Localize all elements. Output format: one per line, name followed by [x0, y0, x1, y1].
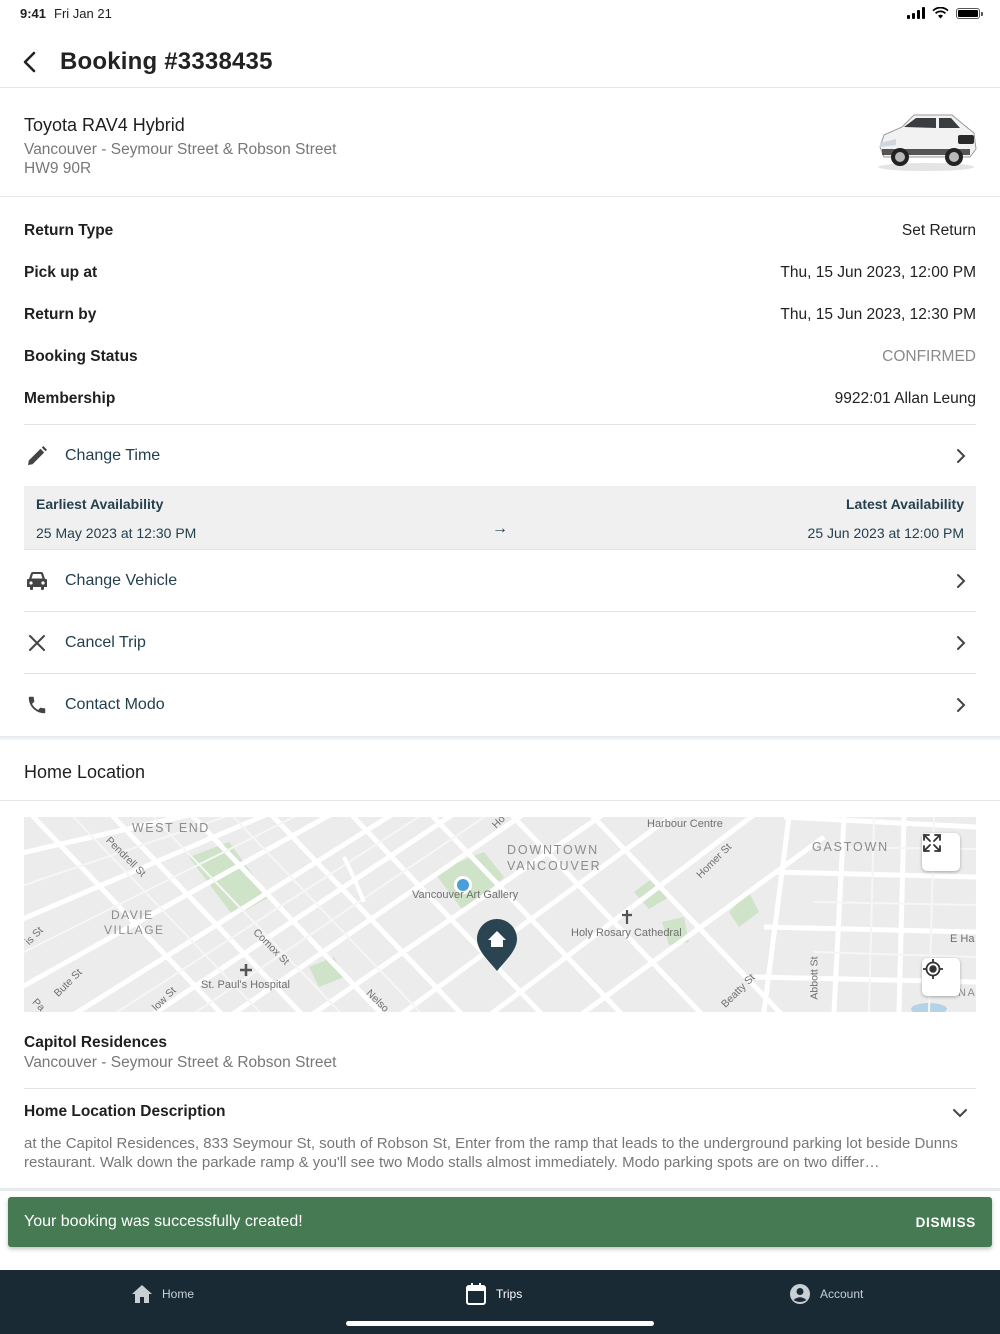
- back-arrow-icon: [23, 51, 36, 72]
- wifi-icon: [932, 7, 949, 19]
- home-location-heading: Home Location: [0, 740, 1000, 801]
- change-time-button[interactable]: Change Time: [24, 424, 976, 486]
- contact-modo-label: Contact Modo: [65, 695, 165, 713]
- detail-label: Return Type: [24, 222, 114, 239]
- description-title: Home Location Description: [24, 1103, 226, 1120]
- vehicle-image: [878, 114, 977, 171]
- change-vehicle-label: Change Vehicle: [65, 571, 178, 589]
- earliest-availability-value: 25 May 2023 at 12:30 PM: [36, 525, 197, 541]
- recenter-location-button[interactable]: [922, 958, 960, 996]
- latest-availability-value: 25 Jun 2023 at 12:00 PM: [807, 525, 964, 541]
- status-icons: [907, 7, 983, 19]
- map-label-art-gallery: Vancouver Art Gallery: [412, 889, 519, 901]
- tab-trips[interactable]: Trips: [464, 1282, 522, 1306]
- detail-label: Pick up at: [24, 264, 98, 281]
- detail-booking-status: Booking Status CONFIRMED: [24, 336, 976, 378]
- detail-value: Set Return: [901, 222, 976, 239]
- section-divider: [0, 1188, 1000, 1191]
- back-button[interactable]: [18, 51, 40, 73]
- status-date: Fri Jan 21: [54, 5, 112, 21]
- dismiss-button[interactable]: DISMISS: [916, 1215, 976, 1230]
- change-time-label: Change Time: [65, 446, 161, 464]
- detail-return-by: Return by Thu, 15 Jun 2023, 12:30 PM: [24, 294, 976, 336]
- detail-pickup: Pick up at Thu, 15 Jun 2023, 12:00 PM: [24, 252, 976, 294]
- phone-icon: [24, 692, 50, 718]
- vehicle-name: Toyota RAV4 Hybrid: [24, 115, 185, 135]
- crosshair-icon: [923, 959, 943, 979]
- map-label-village: VILLAGE: [104, 923, 165, 937]
- availability-window: Earliest Availability 25 May 2023 at 12:…: [24, 486, 976, 549]
- chevron-right-icon: [952, 572, 970, 590]
- home-location-address: Vancouver - Seymour Street & Robson Stre…: [24, 1054, 337, 1071]
- calendar-icon: [464, 1282, 488, 1306]
- detail-return-type: Return Type Set Return: [24, 210, 976, 252]
- description-text: at the Capitol Residences, 833 Seymour S…: [24, 1135, 958, 1171]
- map-label-downtown: DOWNTOWN: [507, 843, 599, 857]
- status-bar: 9:41 Fri Jan 21: [0, 0, 1000, 26]
- map-label-st-pauls: St. Paul's Hospital: [201, 979, 290, 991]
- status-time: 9:41: [20, 5, 47, 21]
- cellular-signal-icon: [907, 7, 925, 19]
- pencil-icon: [24, 443, 50, 469]
- home-indicator: [346, 1321, 654, 1326]
- latest-availability-label: Latest Availability: [845, 496, 964, 512]
- map-label-davie: DAVIE: [111, 908, 154, 922]
- fullscreen-button[interactable]: [922, 833, 960, 871]
- map-label-west-end: WEST END: [132, 821, 210, 835]
- detail-membership: Membership 9922:01 Allan Leung: [24, 378, 976, 420]
- home-location-info: Capitol Residences Vancouver - Seymour S…: [24, 1034, 976, 1072]
- expand-icon: [923, 834, 941, 852]
- chevron-right-icon: [952, 634, 970, 652]
- map-label-vancouver: VANCOUVER: [507, 859, 602, 873]
- tab-home-label: Home: [162, 1287, 195, 1301]
- tab-home[interactable]: Home: [130, 1282, 194, 1306]
- map-label-abbott: Abbott St: [808, 956, 821, 1000]
- car-icon: [24, 568, 50, 594]
- earliest-availability-label: Earliest Availability: [36, 496, 164, 512]
- home-location-name: Capitol Residences: [24, 1034, 167, 1051]
- cancel-trip-button[interactable]: Cancel Trip: [24, 611, 976, 673]
- tab-account[interactable]: Account: [788, 1282, 863, 1306]
- contact-modo-button[interactable]: Contact Modo: [24, 673, 976, 735]
- vehicle-location: Vancouver - Seymour Street & Robson Stre…: [24, 141, 337, 158]
- range-arrow-icon: →: [492, 520, 508, 537]
- vehicle-summary: Toyota RAV4 Hybrid Vancouver - Seymour S…: [0, 89, 1000, 197]
- vehicle-plate: HW9 90R: [24, 160, 92, 177]
- detail-value: Thu, 15 Jun 2023, 12:30 PM: [780, 306, 976, 323]
- map-label-gastown: GASTOWN: [812, 840, 889, 854]
- chevron-right-icon: [952, 447, 970, 465]
- home-location-map[interactable]: WEST END DOWNTOWN VANCOUVER GASTOWN DAVI…: [24, 817, 976, 1012]
- tab-account-label: Account: [820, 1287, 864, 1301]
- change-vehicle-button[interactable]: Change Vehicle: [24, 549, 976, 611]
- booking-details: Return Type Set Return Pick up at Thu, 1…: [24, 210, 976, 420]
- detail-label: Return by: [24, 306, 97, 323]
- battery-icon: [956, 7, 983, 19]
- map-label-holy-rosary: Holy Rosary Cathedral: [571, 927, 682, 939]
- chevron-down-icon[interactable]: [950, 1103, 970, 1123]
- top-app-bar: Booking #3338435: [0, 36, 1000, 88]
- page-title: Booking #3338435: [60, 47, 273, 75]
- chevron-right-icon: [952, 696, 970, 714]
- tab-trips-label: Trips: [496, 1287, 523, 1301]
- map-label-e-ha: E Ha: [950, 933, 975, 945]
- map-label-harbour-centre: Harbour Centre: [647, 818, 723, 830]
- map-label-na: NA: [958, 987, 976, 999]
- detail-label: Booking Status: [24, 348, 138, 365]
- snackbar-message: Your booking was successfully created!: [24, 1213, 303, 1230]
- close-icon: [24, 630, 50, 656]
- detail-value: Thu, 15 Jun 2023, 12:00 PM: [780, 264, 976, 281]
- status-badge: CONFIRMED: [882, 348, 976, 365]
- success-snackbar: Your booking was successfully created! D…: [8, 1197, 992, 1247]
- home-icon: [130, 1282, 154, 1306]
- detail-value: 9922:01 Allan Leung: [834, 390, 976, 407]
- account-circle-icon: [788, 1282, 812, 1306]
- detail-label: Membership: [24, 390, 116, 407]
- home-location-description[interactable]: Home Location Description at the Capitol…: [24, 1088, 976, 1172]
- cancel-trip-label: Cancel Trip: [65, 633, 146, 651]
